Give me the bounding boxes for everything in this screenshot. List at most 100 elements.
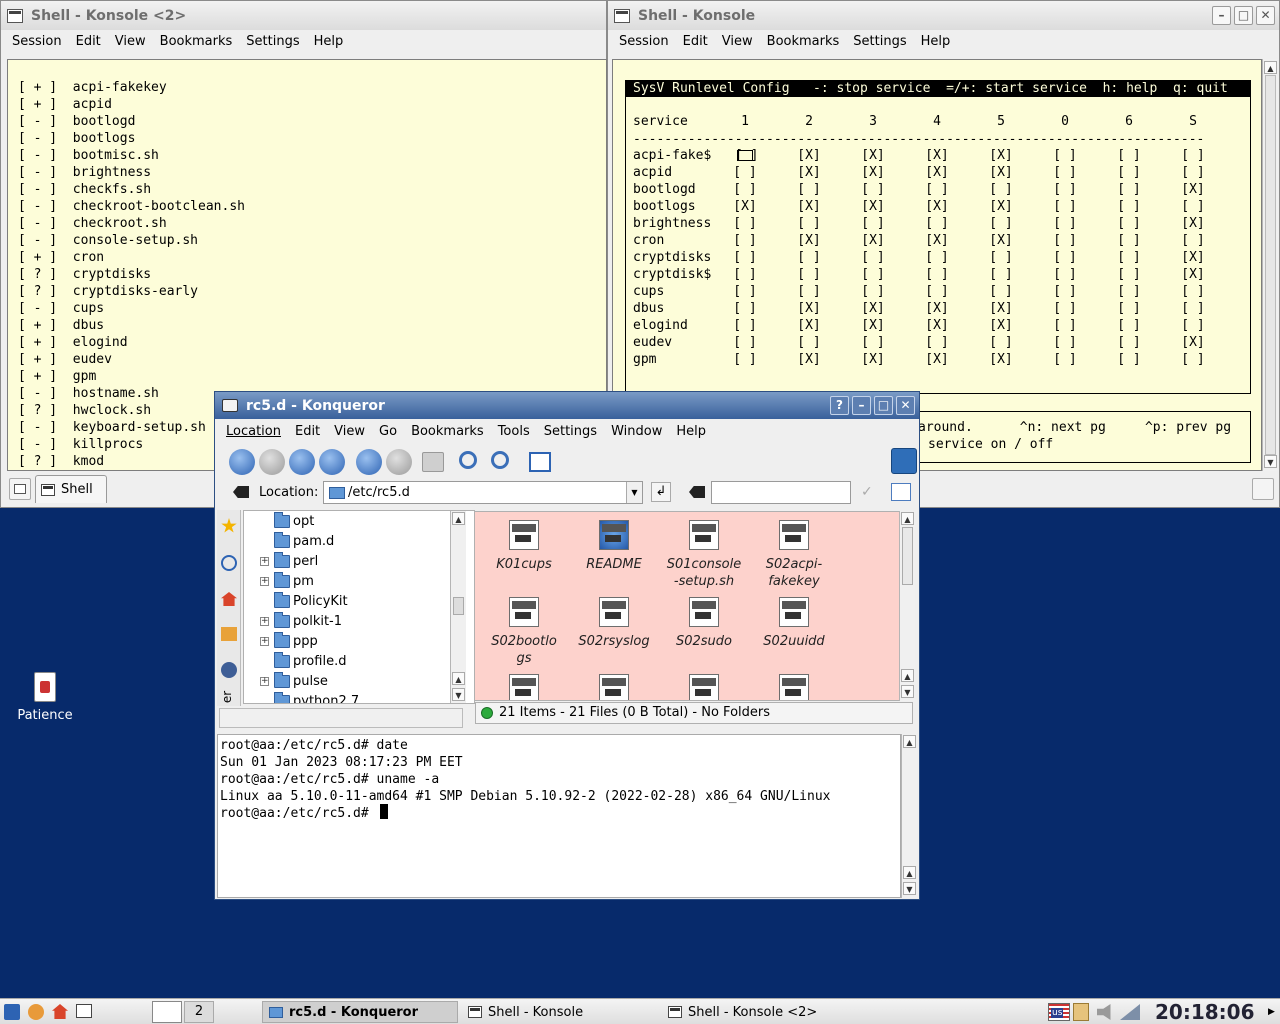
runlevel-checkbox[interactable]: [ ] — [1175, 199, 1211, 214]
runlevel-checkbox[interactable]: [X] — [983, 352, 1019, 367]
search-go-icon[interactable]: ✓ — [861, 484, 881, 502]
runlevel-checkbox[interactable]: [ ] — [855, 284, 891, 299]
runlevel-checkbox[interactable]: [ ] — [1047, 165, 1083, 180]
runlevel-checkbox[interactable]: [ ] — [1111, 165, 1147, 180]
view-mode-icon[interactable] — [529, 452, 551, 472]
runlevel-checkbox[interactable]: [ ] — [1047, 284, 1083, 299]
file-item-partial[interactable] — [749, 674, 839, 700]
terminal-scrollbar[interactable]: ▲ ▲ ▼ — [901, 734, 917, 898]
expand-icon[interactable]: + — [260, 616, 269, 626]
runlevel-checkbox[interactable]: [ ] — [983, 250, 1019, 265]
klipper-icon[interactable] — [1073, 1003, 1089, 1021]
menu-edit[interactable]: Edit — [288, 424, 327, 439]
menu-go[interactable]: Go — [372, 424, 404, 439]
runlevel-checkbox[interactable]: [X] — [855, 165, 891, 180]
runlevel-checkbox[interactable]: [ ] — [1047, 352, 1083, 367]
menu-edit[interactable]: Edit — [676, 34, 715, 49]
task-konsole[interactable]: Shell - Konsole — [463, 1001, 659, 1023]
zoom-in-icon[interactable] — [459, 451, 477, 469]
terminal-scrollbar[interactable]: ▲ ▼ — [1262, 59, 1278, 471]
runlevel-checkbox[interactable]: [X] — [791, 233, 827, 248]
runlevel-checkbox[interactable]: [ ] — [791, 284, 827, 299]
minimize-button[interactable]: – — [1212, 6, 1231, 25]
up-icon[interactable] — [289, 449, 315, 475]
runlevel-checkbox[interactable]: [ ] — [1047, 318, 1083, 333]
location-input[interactable]: /etc/rc5.d ▼ — [323, 481, 643, 504]
runlevel-checkbox[interactable]: [X] — [855, 199, 891, 214]
runlevel-checkbox[interactable]: [ ] — [791, 335, 827, 350]
runlevel-checkbox[interactable]: [X] — [1175, 182, 1211, 197]
runlevel-checkbox[interactable]: [ ] — [1111, 318, 1147, 333]
runlevel-checkbox[interactable]: [X] — [1175, 267, 1211, 282]
runlevel-checkbox[interactable]: [X] — [919, 148, 955, 163]
runlevel-checkbox[interactable]: [X] — [919, 199, 955, 214]
runlevel-checkbox[interactable]: [ ] — [1047, 267, 1083, 282]
tree-folder-python2-7[interactable]: python2.7 — [260, 691, 359, 703]
task-konsole-2[interactable]: Shell - Konsole <2> — [663, 1001, 859, 1023]
back-icon[interactable] — [229, 449, 255, 475]
tree-folder-profile-d[interactable]: profile.d — [260, 651, 346, 671]
runlevel-checkbox[interactable]: [ ] — [983, 335, 1019, 350]
forward-icon[interactable] — [259, 449, 285, 475]
runlevel-checkbox[interactable]: [X] — [919, 301, 955, 316]
menu-view[interactable]: View — [327, 424, 372, 439]
runlevel-checkbox[interactable]: [ ] — [855, 182, 891, 197]
scroll-up-arrow-lower[interactable]: ▲ — [901, 669, 914, 682]
media-tab-icon[interactable] — [221, 627, 237, 641]
runlevel-checkbox[interactable]: [X] — [1175, 250, 1211, 265]
runlevel-checkbox[interactable]: [ ] — [735, 148, 758, 163]
close-button[interactable]: ✕ — [1256, 6, 1275, 25]
konqueror-throbber-icon[interactable] — [891, 448, 917, 474]
runlevel-checkbox[interactable]: [X] — [983, 233, 1019, 248]
runlevel-checkbox[interactable]: [ ] — [1111, 284, 1147, 299]
sidebar-toggle-icon[interactable] — [891, 483, 911, 501]
runlevel-checkbox[interactable]: [X] — [1175, 335, 1211, 350]
file-item-partial[interactable] — [479, 674, 569, 700]
runlevel-checkbox[interactable]: [X] — [855, 318, 891, 333]
runlevel-checkbox[interactable]: [ ] — [1047, 250, 1083, 265]
go-button[interactable]: ↲ — [651, 482, 671, 502]
file-item[interactable]: S02rsyslog — [569, 597, 659, 650]
runlevel-checkbox[interactable]: [ ] — [1175, 284, 1211, 299]
close-session-button[interactable] — [1252, 478, 1274, 500]
file-item-partial[interactable] — [569, 674, 659, 700]
search-input[interactable] — [711, 481, 851, 504]
runlevel-checkbox[interactable]: [ ] — [983, 216, 1019, 231]
task-konqueror[interactable]: rc5.d - Konqueror — [262, 1001, 458, 1023]
runlevel-checkbox[interactable]: [X] — [791, 165, 827, 180]
runlevel-checkbox[interactable]: [X] — [855, 148, 891, 163]
runlevel-checkbox[interactable]: [ ] — [1111, 199, 1147, 214]
network-tab-icon[interactable] — [221, 662, 237, 678]
runlevel-checkbox[interactable]: [ ] — [919, 284, 955, 299]
file-item[interactable]: README — [569, 520, 659, 573]
runlevel-checkbox[interactable]: [ ] — [1175, 318, 1211, 333]
runlevel-checkbox[interactable]: [X] — [919, 233, 955, 248]
file-item[interactable]: K01cups — [479, 520, 569, 573]
runlevel-checkbox[interactable]: [ ] — [727, 165, 763, 180]
runlevel-checkbox[interactable]: [X] — [919, 352, 955, 367]
embedded-terminal[interactable]: root@aa:/etc/rc5.d# date Sun 01 Jan 2023 … — [217, 734, 901, 898]
scroll-down-arrow[interactable]: ▼ — [452, 688, 465, 701]
scroll-up-arrow[interactable]: ▲ — [452, 512, 465, 525]
network-icon[interactable] — [1120, 1004, 1140, 1020]
history-tab-icon[interactable] — [221, 555, 237, 571]
icon-view-scrollbar[interactable]: ▲ ▲ ▼ — [899, 511, 915, 701]
runlevel-checkbox[interactable]: [X] — [983, 301, 1019, 316]
clock[interactable]: 20:18:06 — [1155, 1001, 1255, 1023]
runlevel-checkbox[interactable]: [ ] — [1047, 182, 1083, 197]
menu-location[interactable]: Location — [219, 424, 288, 439]
runlevel-checkbox[interactable]: [ ] — [1175, 233, 1211, 248]
runlevel-checkbox[interactable]: [X] — [983, 318, 1019, 333]
new-session-button[interactable] — [9, 478, 31, 500]
runlevel-checkbox[interactable]: [ ] — [727, 233, 763, 248]
menu-help[interactable]: Help — [914, 34, 958, 49]
volume-icon[interactable] — [1097, 1004, 1111, 1020]
runlevel-checkbox[interactable]: [X] — [983, 199, 1019, 214]
konsole-right-titlebar[interactable]: Shell - Konsole – □ ✕ — [608, 1, 1279, 30]
menu-help[interactable]: Help — [669, 424, 713, 439]
expand-icon[interactable]: + — [260, 676, 269, 686]
runlevel-checkbox[interactable]: [ ] — [1047, 148, 1083, 163]
konsole-left-titlebar[interactable]: Shell - Konsole <2> — [1, 1, 606, 30]
runlevel-checkbox[interactable]: [ ] — [1111, 335, 1147, 350]
menu-session[interactable]: Session — [5, 34, 69, 49]
